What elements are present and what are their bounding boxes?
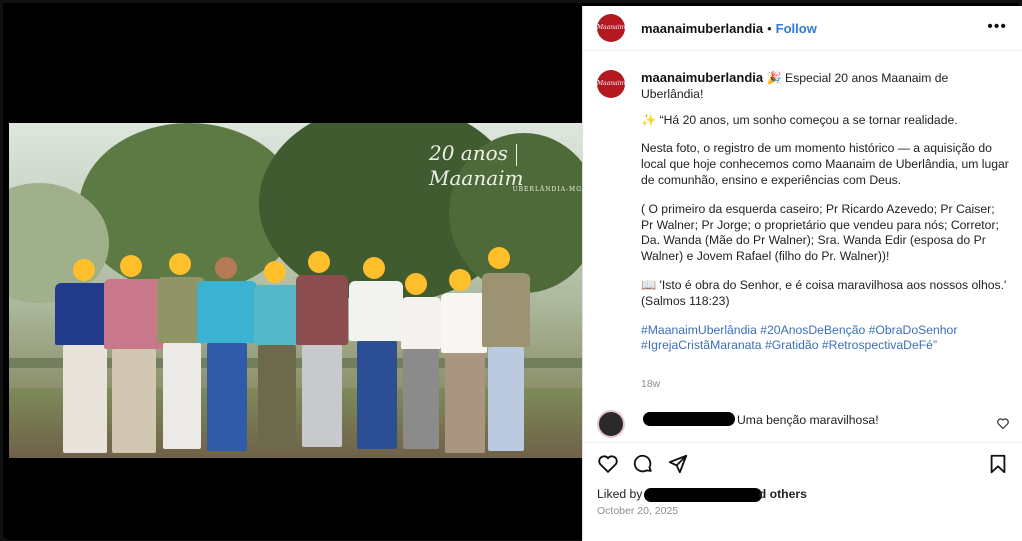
more-options-icon[interactable]: ••• <box>987 18 1007 36</box>
caption-hashtags[interactable]: #MaanaimUberlândia #20AnosDeBenção #Obra… <box>641 323 1009 355</box>
redacted-likers <box>643 487 762 502</box>
caption-username[interactable]: maanaimuberlandia <box>641 70 763 85</box>
action-bar <box>583 442 1022 487</box>
post-photo: 20 anosMaanaim UBERLÂNDIA-MG <box>9 123 582 458</box>
caption-quote: ✨ “Há 20 anos, um sonho começou a se tor… <box>641 112 958 127</box>
caption-verse: 📖 'Isto é obra do Senhor, e é coisa mara… <box>641 277 1007 308</box>
commenter-avatar[interactable] <box>597 410 625 438</box>
likes-summary[interactable]: Liked by d others <box>597 487 807 502</box>
share-icon[interactable] <box>667 453 689 475</box>
caption-time[interactable]: 18w <box>641 378 660 390</box>
photo-watermark: 20 anosMaanaim UBERLÂNDIA-MG <box>429 141 582 193</box>
comment-like-icon[interactable] <box>997 418 1009 432</box>
bookmark-icon[interactable] <box>987 453 1009 475</box>
watermark-years: 20 anos <box>429 141 508 165</box>
caption-people: ( O primeiro da esquerda caseiro; Pr Ric… <box>641 201 999 264</box>
likes-prefix: Liked by <box>597 487 643 501</box>
redacted-username <box>643 412 735 426</box>
caption-avatar[interactable]: Maanaim <box>597 70 625 98</box>
comment-text: Uma benção maravilhosa! <box>737 413 879 427</box>
follow-button[interactable]: Follow <box>776 21 817 36</box>
watermark-separator <box>515 143 517 166</box>
header-username[interactable]: maanaimuberlandia <box>641 21 763 36</box>
post-side-panel: Maanaim maanaimuberlandia • Follow ••• Maa… <box>582 6 1022 541</box>
post-date: October 20, 2025 <box>597 505 679 517</box>
likes-suffix: d others <box>758 487 807 501</box>
post-caption: maanaimuberlandia 🎉 Especial 20 anos Maa… <box>641 70 1009 367</box>
caption-paragraph: Nesta foto, o registro de um momento his… <box>641 141 1009 187</box>
profile-avatar[interactable]: Maanaim <box>597 14 625 42</box>
heart-icon[interactable] <box>597 453 619 475</box>
comment-row: Uma benção maravilhosa! <box>597 408 1009 438</box>
post-modal: 20 anosMaanaim UBERLÂNDIA-MG Maanaim maa… <box>0 0 1022 541</box>
post-media[interactable]: 20 anosMaanaim UBERLÂNDIA-MG <box>7 7 582 540</box>
watermark-brand: Maanaim <box>429 165 524 190</box>
comment-icon[interactable] <box>632 453 654 475</box>
post-header: Maanaim maanaimuberlandia • Follow ••• <box>583 6 1022 51</box>
separator-dot: • <box>767 21 772 36</box>
header-user-row: maanaimuberlandia • Follow <box>641 20 817 38</box>
